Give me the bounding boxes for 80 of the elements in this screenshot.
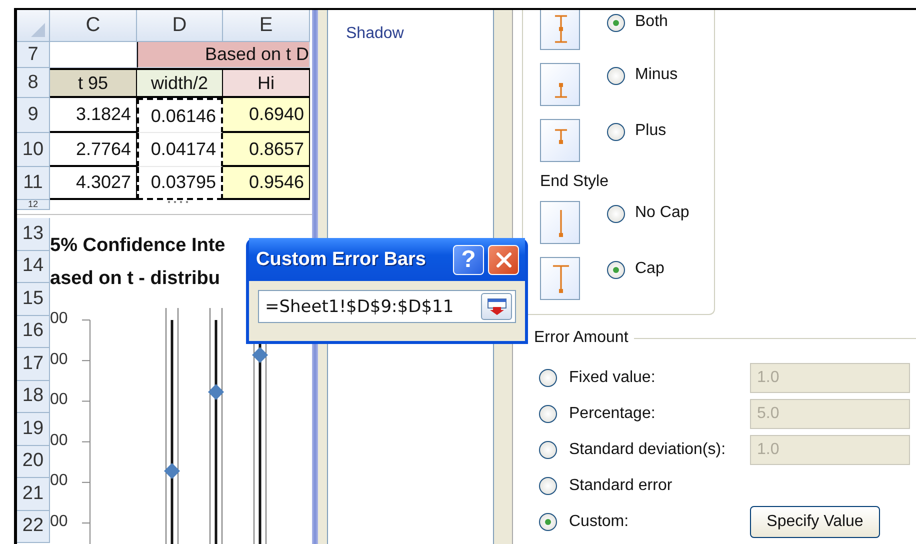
error-bar-icon [555, 129, 567, 144]
error-bar-icon [555, 15, 567, 43]
table-cell: 0.03795 [137, 167, 223, 200]
row-header[interactable]: 22 [17, 510, 50, 543]
table-cell: 0.8657 [223, 133, 310, 167]
row-header[interactable]: 14 [17, 250, 50, 283]
table-cell: 0.04174 [137, 133, 223, 167]
close-icon [496, 252, 511, 267]
option-label[interactable]: Standard error [569, 477, 750, 495]
row-header[interactable]: 7 [17, 42, 50, 68]
specify-value-button[interactable]: Specify Value [750, 506, 880, 538]
close-button[interactable] [488, 244, 519, 274]
corner-triangle-icon [31, 23, 45, 37]
error-bar-icon [553, 265, 569, 293]
radio-button[interactable] [607, 123, 625, 141]
style-button[interactable] [540, 63, 580, 106]
data-point [252, 347, 268, 363]
column-header[interactable]: C [50, 10, 137, 42]
row-header[interactable]: 15 [17, 283, 50, 316]
table-cell: t 95 [50, 68, 137, 98]
row-header[interactable]: 8 [17, 68, 50, 98]
row-header[interactable]: 21 [17, 478, 50, 510]
axis-label: 00 [50, 512, 68, 532]
option-label[interactable]: Minus [635, 66, 678, 84]
radio-button[interactable] [607, 14, 625, 32]
table-cell: 0.06146 [137, 98, 223, 133]
row-header[interactable]: 10 [17, 133, 50, 167]
row-header[interactable]: 17 [17, 348, 50, 380]
data-point [208, 384, 224, 400]
option-label[interactable]: Cap [635, 260, 664, 278]
option-label[interactable]: Plus [635, 122, 666, 140]
option-label[interactable]: No Cap [635, 204, 690, 222]
table-cell: width/2 [137, 68, 223, 98]
radio-button[interactable] [607, 205, 625, 223]
reference-field[interactable]: =Sheet1!$D$9:$D$11 [258, 290, 516, 323]
table-cell: 0.6940 [223, 98, 310, 133]
table-cell: 4.3027 [50, 167, 137, 200]
dialog-title: Custom Error Bars [256, 248, 427, 270]
error-bar-icon [559, 210, 563, 237]
radio-button[interactable] [539, 513, 557, 531]
window-arrow-icon [487, 298, 506, 314]
axis-label: 00 [50, 309, 68, 329]
axis-label: 00 [50, 430, 68, 451]
section-title: Error Amount [534, 329, 628, 347]
style-button[interactable] [540, 119, 580, 162]
table-cell: 0.9546 [223, 167, 310, 200]
row-header[interactable]: 16 [17, 316, 50, 348]
option-label[interactable]: Custom: [569, 513, 750, 531]
row-header[interactable]: 11 [17, 167, 50, 200]
axis-label: 00 [50, 350, 68, 370]
column-header[interactable]: E [223, 10, 310, 42]
table-cell: Based on t D [137, 42, 310, 68]
chart-title: ased on t - distribu [50, 267, 220, 291]
column-header[interactable]: D [137, 10, 223, 42]
row-header[interactable]: 9 [17, 98, 50, 133]
option-label[interactable]: Both [635, 13, 668, 31]
row-header[interactable]: 12 [17, 200, 50, 210]
radio-button[interactable] [607, 67, 625, 85]
chart-title: 5% Confidence Inte [50, 234, 226, 258]
row-header[interactable]: 13 [17, 218, 50, 250]
radio-button[interactable] [539, 477, 557, 495]
style-button[interactable] [540, 257, 580, 300]
data-point [164, 463, 180, 479]
style-button[interactable] [540, 201, 580, 244]
error-bar-icon [555, 83, 567, 98]
section-title: End Style [540, 173, 610, 191]
help-button[interactable]: ? [453, 244, 484, 274]
row-header[interactable]: 18 [17, 380, 50, 413]
style-button[interactable] [540, 10, 580, 50]
resize-handle-icon[interactable] [168, 201, 188, 203]
table-cell: 2.7764 [50, 133, 137, 167]
collapse-button[interactable] [481, 293, 512, 320]
row-header[interactable]: 20 [17, 446, 50, 478]
axis-label: 00 [50, 471, 68, 492]
axis-label: 00 [50, 390, 68, 410]
radio-button[interactable] [607, 261, 625, 279]
table-cell: 3.1824 [50, 98, 137, 133]
nav-item[interactable]: Shadow [342, 22, 408, 46]
row-header[interactable]: 19 [17, 413, 50, 446]
table-cell: Hi [223, 68, 310, 98]
